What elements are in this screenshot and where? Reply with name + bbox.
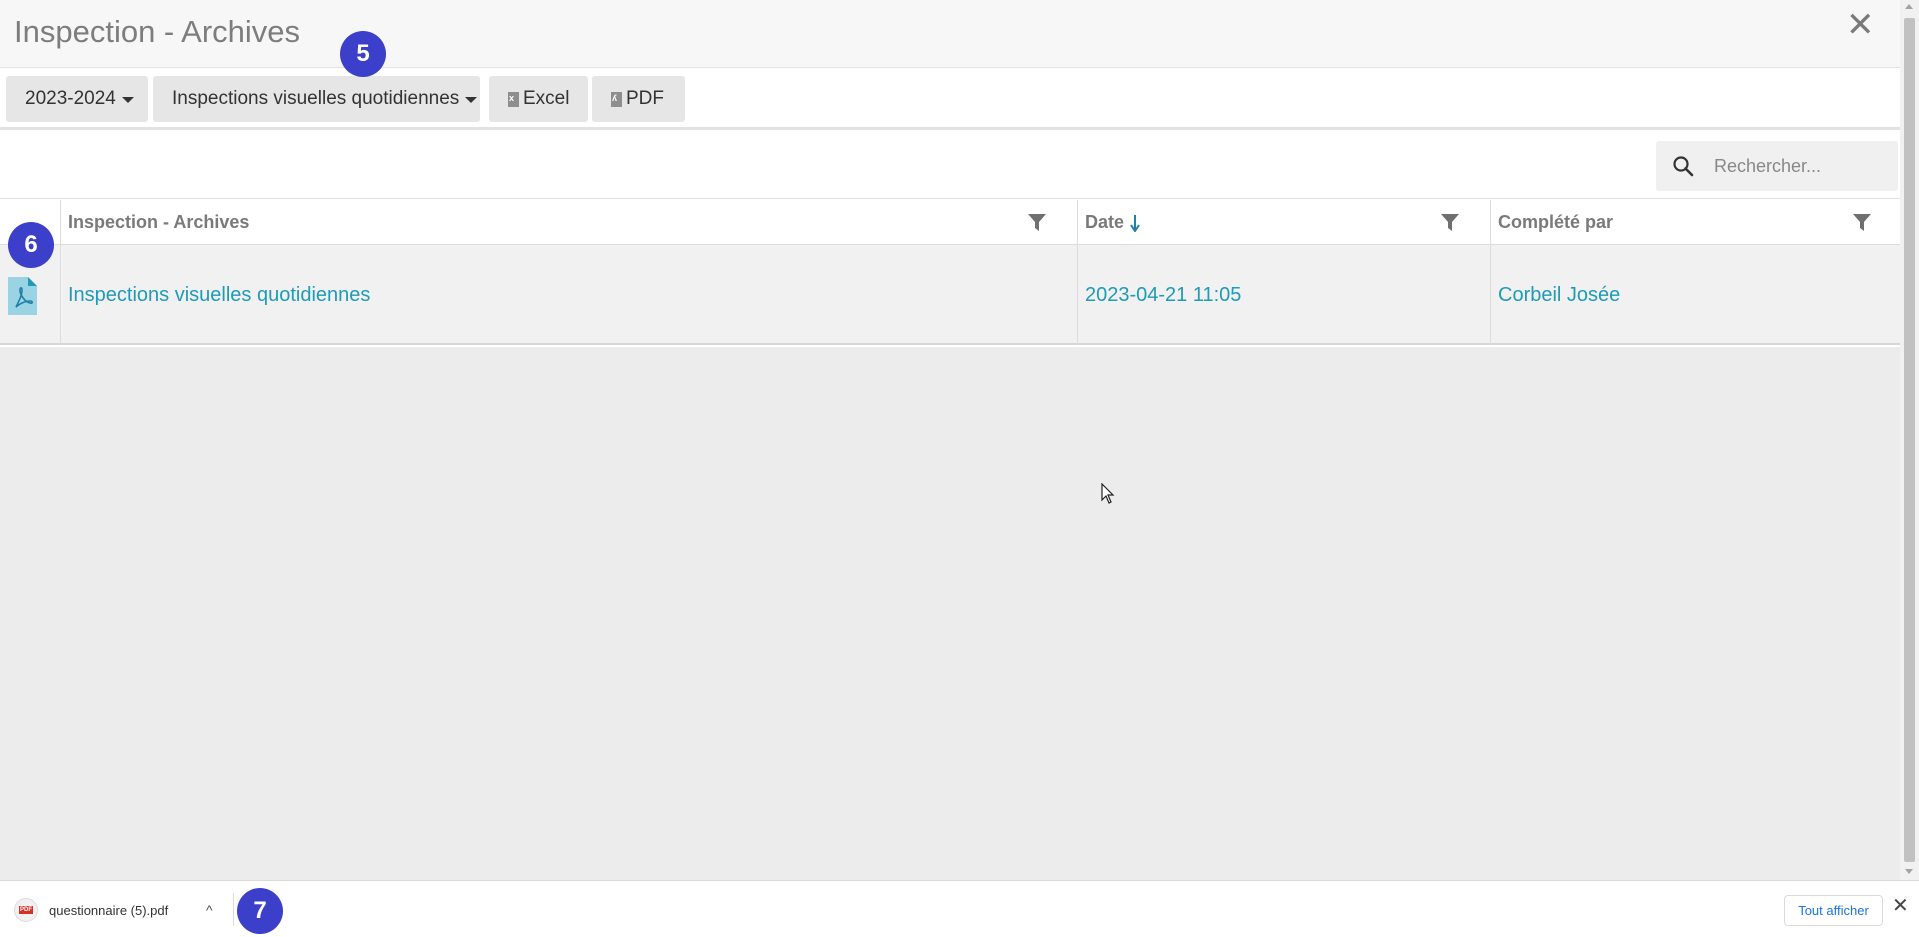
filter-icon[interactable] <box>1027 213 1047 232</box>
caret-down-icon <box>465 97 478 103</box>
column-header-label: Date <box>1085 212 1125 232</box>
scrollbar-thumb[interactable] <box>1904 18 1915 862</box>
column-header-completed-by[interactable]: Complété par <box>1490 200 1900 245</box>
mouse-cursor-icon <box>1101 483 1115 504</box>
cell-completed-by[interactable]: Corbeil Josée <box>1490 245 1900 345</box>
cell-inspection[interactable]: Inspections visuelles quotidiennes <box>60 245 1077 345</box>
excel-export-button[interactable]: x Excel <box>489 76 588 122</box>
pdf-label: PDF <box>626 88 664 109</box>
show-all-button[interactable]: Tout afficher <box>1784 895 1883 926</box>
download-file-name: questionnaire (5).pdf <box>49 902 169 918</box>
sort-down-arrow-icon <box>1130 214 1140 232</box>
title-bar: Inspection - Archives ✕ <box>0 0 1900 68</box>
column-header-label: Inspection - Archives <box>68 212 250 232</box>
search-icon <box>1673 156 1694 177</box>
step-badge: 7 <box>237 888 283 934</box>
search-input[interactable] <box>1714 155 1884 177</box>
search-box <box>1656 141 1898 191</box>
chevron-up-icon[interactable]: ^ <box>206 902 213 918</box>
scroll-down-arrow-icon[interactable] <box>1905 869 1913 874</box>
table-row[interactable]: Inspections visuelles quotidiennes 2023-… <box>0 245 1900 345</box>
pdf-file-icon: ʎ <box>611 91 622 107</box>
pdf-file-icon: PDF <box>14 898 38 922</box>
excel-label: Excel <box>523 88 570 109</box>
content-area <box>0 347 1900 880</box>
inspection-type-dropdown[interactable]: Inspections visuelles quotidiennes <box>153 76 480 122</box>
pdf-file-icon-label: PDF <box>19 906 33 914</box>
inspection-type-label: Inspections visuelles quotidiennes <box>172 88 460 109</box>
step-badge: 6 <box>8 222 54 268</box>
table-header: Inspection - Archives Date Complété par <box>0 200 1900 245</box>
toolbar: 2023-2024 Inspections visuelles quotidie… <box>0 68 1900 130</box>
pdf-document-icon[interactable] <box>8 277 37 315</box>
step-badge: 5 <box>340 31 386 77</box>
page-title: Inspection - Archives <box>14 14 301 49</box>
cell-date[interactable]: 2023-04-21 11:05 <box>1077 245 1490 345</box>
pdf-export-button[interactable]: ʎ PDF <box>592 76 685 122</box>
caret-down-icon <box>121 97 134 103</box>
year-dropdown-label: 2023-2024 <box>25 88 116 109</box>
column-header-label: Complété par <box>1498 212 1614 232</box>
close-icon[interactable]: ✕ <box>1892 896 1909 916</box>
excel-file-icon: x <box>508 91 519 107</box>
scrollbar[interactable] <box>1900 0 1919 880</box>
year-dropdown[interactable]: 2023-2024 <box>6 76 148 122</box>
filter-icon[interactable] <box>1852 213 1872 232</box>
filter-icon[interactable] <box>1440 213 1460 232</box>
close-icon[interactable]: ✕ <box>1846 8 1875 42</box>
download-item[interactable]: PDF questionnaire (5).pdf <box>14 898 168 922</box>
divider <box>233 893 234 926</box>
search-row <box>0 133 1900 199</box>
download-bar: PDF questionnaire (5).pdf ^ Tout affiche… <box>0 880 1919 937</box>
scroll-up-arrow-icon[interactable] <box>1905 4 1913 9</box>
column-header-inspection[interactable]: Inspection - Archives <box>60 200 1077 245</box>
column-header-date[interactable]: Date <box>1077 200 1490 245</box>
